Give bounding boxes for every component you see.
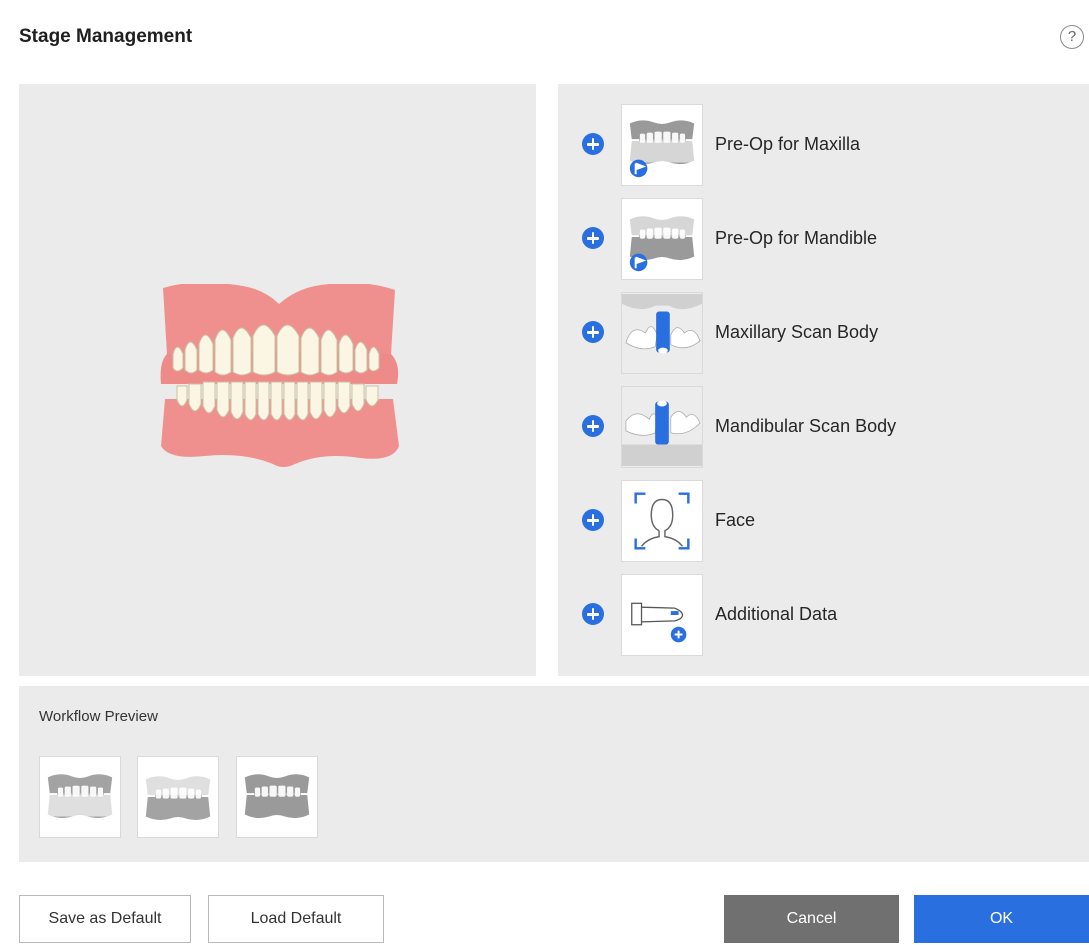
dialog-titlebar: Stage Management ? bbox=[0, 0, 1089, 80]
maxilla-teeth-icon bbox=[621, 104, 703, 186]
stage-label: Face bbox=[715, 510, 756, 530]
jaw-model-image bbox=[160, 284, 399, 467]
help-icon[interactable]: ? bbox=[1060, 25, 1084, 49]
maxilla-stage-icon[interactable] bbox=[39, 756, 121, 838]
stage-label: Pre-Op for Maxilla bbox=[715, 134, 861, 154]
stage-label: Maxillary Scan Body bbox=[715, 322, 879, 342]
maxillary-scan-body-icon bbox=[621, 292, 703, 374]
add-stage-button[interactable] bbox=[582, 603, 604, 625]
add-stage-button[interactable] bbox=[582, 227, 604, 249]
add-stage-button[interactable] bbox=[582, 133, 604, 155]
additional-data-icon bbox=[621, 574, 703, 656]
ok-button[interactable]: OK bbox=[914, 895, 1089, 943]
occlusion-stage-icon[interactable] bbox=[236, 756, 318, 838]
add-stage-button[interactable] bbox=[582, 509, 604, 531]
workflow-preview-title: Workflow Preview bbox=[39, 708, 158, 725]
mandible-teeth-icon bbox=[621, 198, 703, 280]
face-scan-icon bbox=[621, 480, 703, 562]
stage-item-pre-op-maxilla: Pre-Op for Maxilla bbox=[558, 104, 1089, 186]
cancel-button[interactable]: Cancel bbox=[724, 895, 899, 943]
stage-label: Mandibular Scan Body bbox=[715, 416, 897, 436]
stage-label: Additional Data bbox=[715, 604, 838, 624]
dialog-title: Stage Management bbox=[19, 26, 193, 47]
add-stage-button[interactable] bbox=[582, 415, 604, 437]
stage-item-maxillary-scan-body: Maxillary Scan Body bbox=[558, 292, 1089, 374]
save-as-default-button[interactable]: Save as Default bbox=[19, 895, 191, 943]
load-default-button[interactable]: Load Default bbox=[208, 895, 384, 943]
stage-item-mandibular-scan-body: Mandibular Scan Body bbox=[558, 386, 1089, 468]
stage-list-panel: Pre-Op for Maxilla Pre-Op for Mandible M… bbox=[558, 84, 1089, 676]
jaw-preview-panel bbox=[19, 84, 536, 676]
mandibular-scan-body-icon bbox=[621, 386, 703, 468]
stage-item-face: Face bbox=[558, 480, 1089, 562]
workflow-preview-panel: Workflow Preview bbox=[19, 686, 1089, 862]
stage-label: Pre-Op for Mandible bbox=[715, 228, 878, 248]
mandible-stage-icon[interactable] bbox=[137, 756, 219, 838]
stage-item-additional-data: Additional Data bbox=[558, 574, 1089, 656]
stage-item-pre-op-mandible: Pre-Op for Mandible bbox=[558, 198, 1089, 280]
add-stage-button[interactable] bbox=[582, 321, 604, 343]
